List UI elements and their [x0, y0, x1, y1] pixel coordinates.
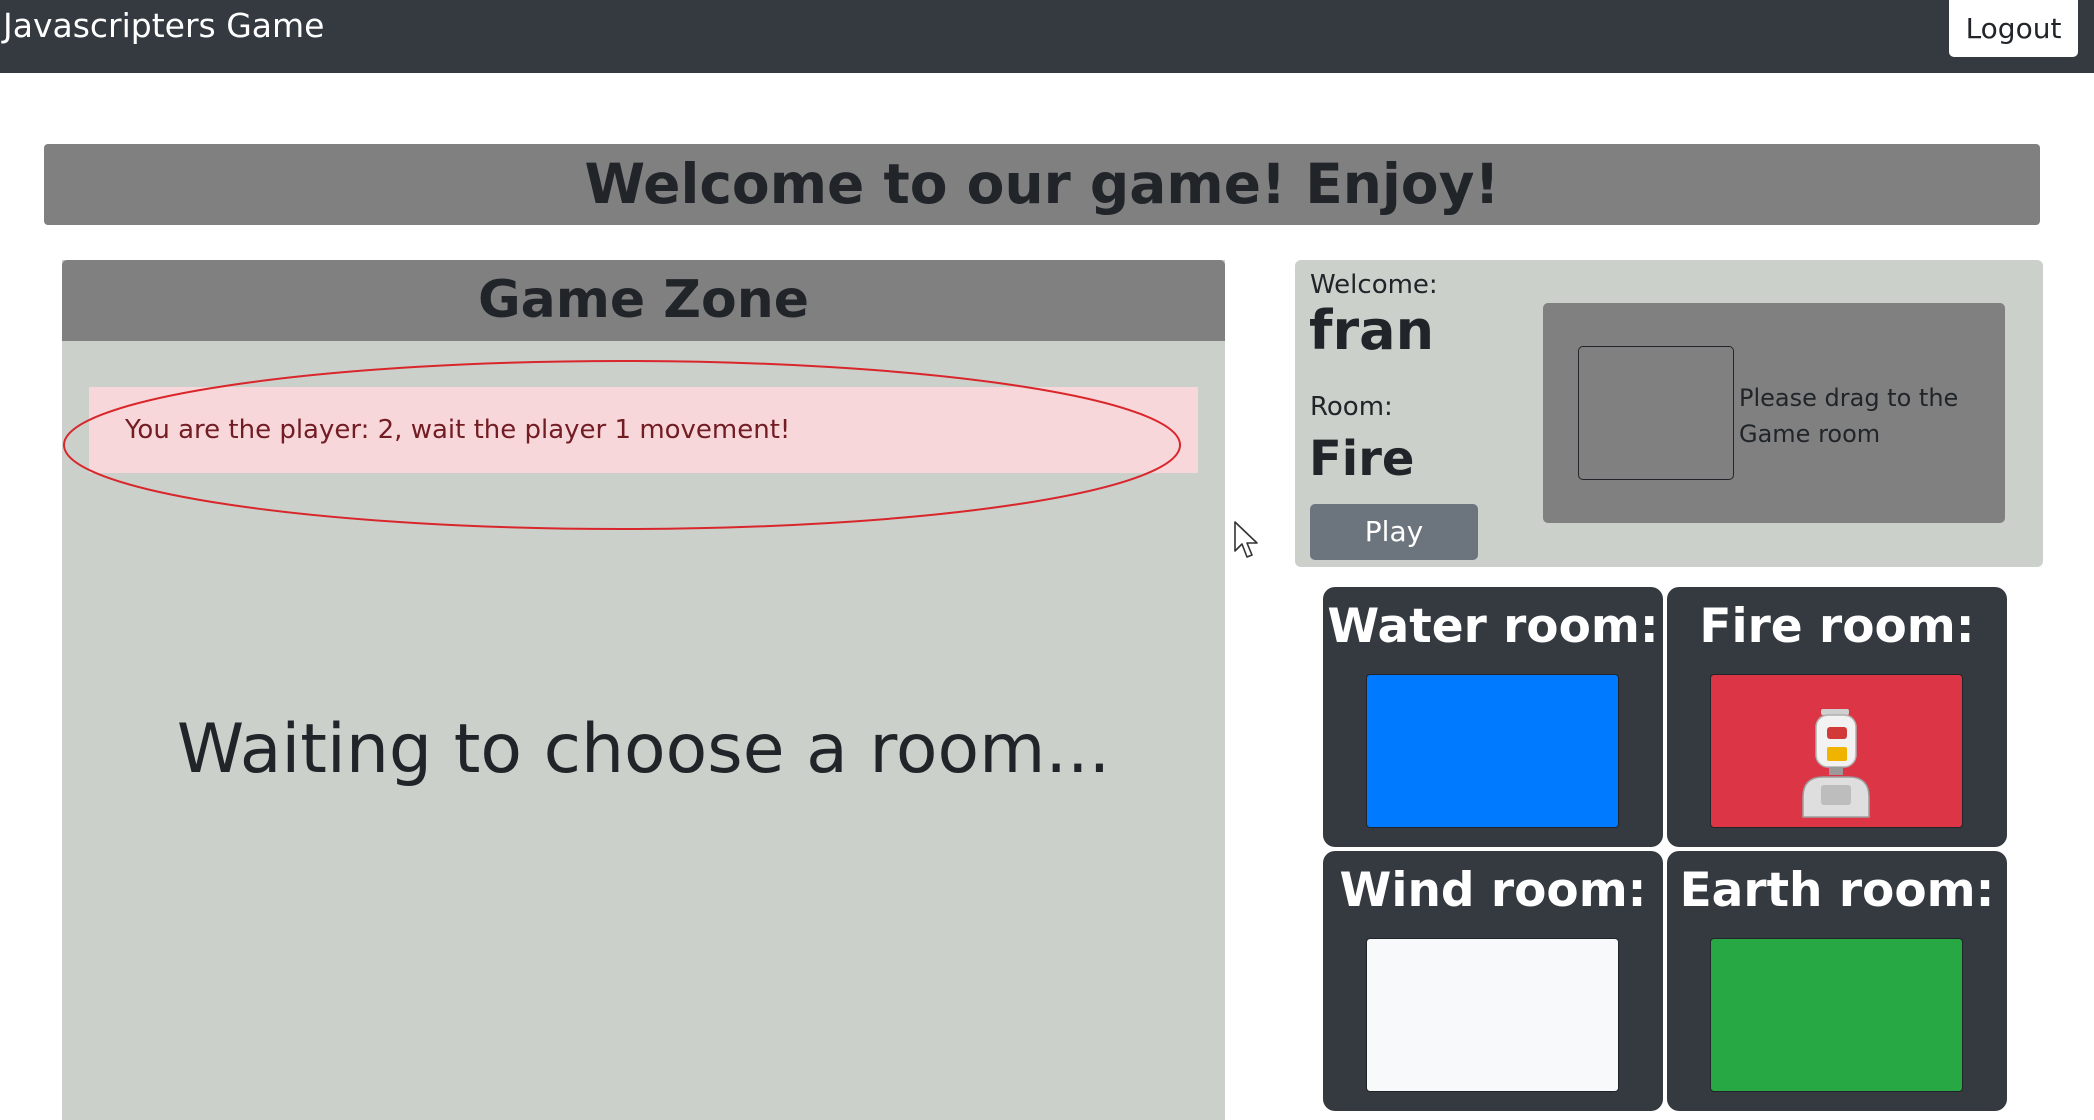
current-room-name: Fire: [1309, 431, 1415, 487]
game-zone-panel: Game Zone You are the player: 2, wait th…: [62, 260, 1225, 1120]
logout-button[interactable]: Logout: [1949, 0, 2078, 57]
navbar: Javascripters Game Logout: [0, 0, 2094, 73]
room-card-earth: Earth room:: [1667, 851, 2007, 1111]
player-info-card: Welcome: fran Room: Fire Play Please dra…: [1295, 260, 2043, 567]
mouse-cursor-icon: [1234, 521, 1258, 558]
drag-hint: Please drag to the Game room: [1739, 384, 1959, 448]
room-title-fire: Fire room:: [1699, 599, 1975, 654]
drag-source-slot[interactable]: [1578, 346, 1734, 480]
room-drop-earth[interactable]: [1710, 938, 1963, 1092]
robot-avatar-icon[interactable]: [1791, 705, 1883, 823]
room-drop-wind[interactable]: [1366, 938, 1619, 1092]
room-title-wind: Wind room:: [1339, 863, 1647, 918]
welcome-label: Welcome:: [1310, 270, 1438, 300]
player-turn-alert: You are the player: 2, wait the player 1…: [89, 387, 1198, 473]
room-title-water: Water room:: [1327, 599, 1659, 654]
room-title-earth: Earth room:: [1679, 863, 1995, 918]
play-button[interactable]: Play: [1310, 504, 1478, 560]
room-drop-water[interactable]: [1366, 674, 1619, 828]
room-drop-fire[interactable]: [1710, 674, 1963, 828]
welcome-banner: Welcome to our game! Enjoy!: [44, 144, 2040, 225]
game-zone-title: Game Zone: [62, 260, 1225, 341]
room-card-water: Water room:: [1323, 587, 1663, 847]
username: fran: [1309, 299, 1435, 362]
room-label: Room:: [1310, 392, 1393, 422]
brand-title[interactable]: Javascripters Game: [3, 6, 324, 46]
drag-panel: Please drag to the Game room: [1543, 303, 2005, 523]
waiting-status: Waiting to choose a room...: [176, 710, 1111, 789]
room-card-wind: Wind room:: [1323, 851, 1663, 1111]
room-card-fire: Fire room:: [1667, 587, 2007, 847]
